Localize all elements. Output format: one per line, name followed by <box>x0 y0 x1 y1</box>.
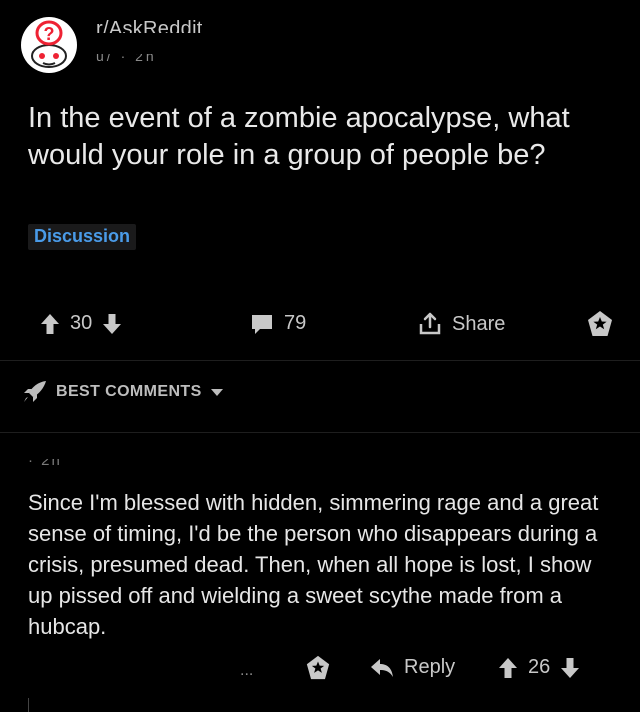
award-star-icon <box>306 655 330 680</box>
chevron-down-icon <box>210 387 224 397</box>
divider <box>0 432 640 433</box>
comments-button[interactable]: 79 <box>250 312 306 335</box>
comment-vote-group: 26 <box>498 656 580 679</box>
post-flair[interactable]: Discussion <box>28 224 137 250</box>
thread-line <box>28 698 29 712</box>
award-button[interactable] <box>586 310 614 338</box>
comment-bubble-icon <box>250 313 274 335</box>
post-author-meta[interactable]: u/ · 2h <box>96 54 157 64</box>
rocket-icon <box>22 380 48 404</box>
subreddit-avatar[interactable]: ? <box>20 16 78 74</box>
comment-body: Since I'm blessed with hidden, simmering… <box>28 490 599 639</box>
comment-award-button[interactable] <box>305 655 331 681</box>
comment-action-bar: ... Reply 26 <box>0 648 640 692</box>
askreddit-logo-icon: ? <box>21 17 77 73</box>
share-icon <box>418 312 442 336</box>
comment-author-meta[interactable]: · 2h <box>28 459 62 469</box>
share-label: Share <box>452 312 506 335</box>
post-header: ? r/AskReddit u/ · 2h <box>0 0 640 90</box>
more-options-button[interactable]: ... <box>240 662 253 680</box>
comment-count: 79 <box>284 312 307 334</box>
comment-vote-count: 26 <box>528 656 551 678</box>
downvote-icon[interactable] <box>560 657 580 679</box>
comment-sort-dropdown[interactable]: BEST COMMENTS <box>22 380 224 404</box>
upvote-icon[interactable] <box>40 313 60 335</box>
reply-button[interactable]: Reply <box>370 656 455 679</box>
reply-label: Reply <box>404 656 456 678</box>
share-button[interactable]: Share <box>418 312 505 336</box>
post-vote-group: 30 <box>40 312 122 335</box>
downvote-icon[interactable] <box>102 313 122 335</box>
upvote-icon[interactable] <box>498 657 518 679</box>
post-vote-count: 30 <box>70 312 93 334</box>
post-action-bar: 30 79 Share <box>0 300 640 350</box>
post-title: In the event of a zombie apocalypse, wha… <box>28 102 570 171</box>
sort-label: BEST COMMENTS <box>56 383 202 400</box>
award-star-icon <box>588 311 612 336</box>
svg-text:?: ? <box>44 24 55 44</box>
reply-arrow-icon <box>370 658 394 678</box>
subreddit-name[interactable]: r/AskReddit <box>96 18 203 33</box>
divider <box>0 360 640 361</box>
